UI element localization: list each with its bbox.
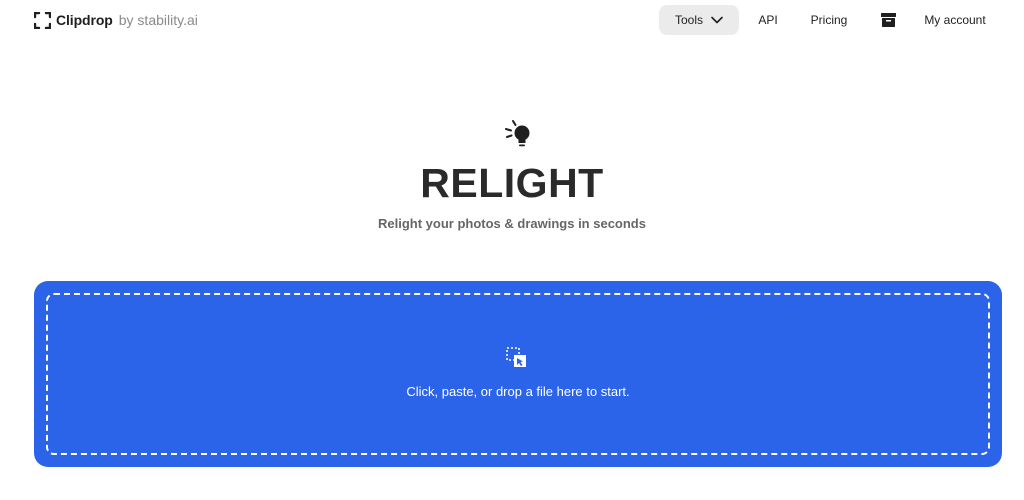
- brand-by: by stability.ai: [118, 12, 198, 28]
- tools-dropdown-button[interactable]: Tools: [659, 5, 739, 35]
- my-account-link[interactable]: My account: [923, 5, 987, 35]
- top-bar: Clipdrop by stability.ai Tools API Prici…: [0, 0, 1024, 40]
- brand-name: Clipdrop: [56, 12, 113, 28]
- archive-button[interactable]: [880, 5, 896, 35]
- page-subtitle: Relight your photos & drawings in second…: [378, 216, 646, 231]
- archive-icon: [880, 13, 896, 27]
- lightbulb-icon: [505, 120, 530, 147]
- clipdrop-logo-icon: [34, 11, 51, 29]
- clipdrop-logo[interactable]: Clipdrop by stability.ai: [34, 9, 198, 31]
- upload-icon: [506, 347, 526, 367]
- dropzone-dashed-border: [46, 293, 990, 455]
- pricing-link[interactable]: Pricing: [809, 5, 849, 35]
- api-link[interactable]: API: [756, 5, 780, 35]
- tools-label: Tools: [674, 13, 703, 27]
- file-dropzone[interactable]: Click, paste, or drop a file here to sta…: [34, 281, 1002, 467]
- dropzone-text: Click, paste, or drop a file here to sta…: [406, 384, 630, 399]
- page-title: RELIGHT: [420, 160, 604, 206]
- chevron-down-icon: [711, 16, 723, 24]
